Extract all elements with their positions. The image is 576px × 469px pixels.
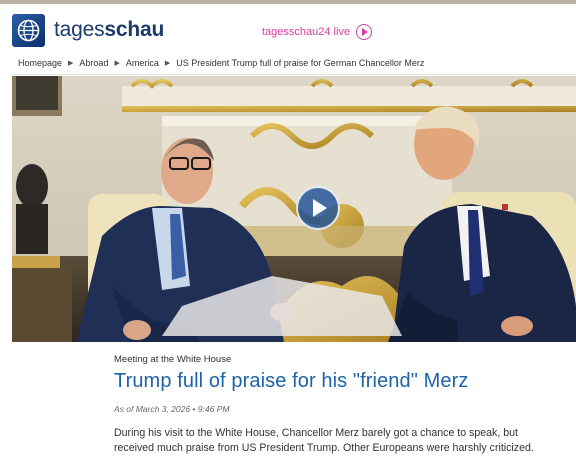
article-lead: During his visit to the White House, Cha… — [114, 427, 534, 454]
divider — [12, 74, 576, 75]
site-header: tagesschau tagesschau24 live — [0, 4, 576, 52]
article-dateline: As of March 3, 2026 • 9:46 PM — [114, 404, 230, 414]
breadcrumb-current: US President Trump full of praise for Ge… — [176, 58, 425, 68]
article-headline[interactable]: Trump full of praise for his "friend" Me… — [114, 370, 468, 393]
hero-image — [12, 76, 576, 342]
hero-video[interactable] — [12, 76, 576, 342]
live-stream-link[interactable]: tagesschau24 live — [262, 24, 373, 40]
live-label: tagesschau24 live — [262, 26, 351, 38]
breadcrumb-abroad[interactable]: Abroad — [79, 58, 108, 68]
tagesschau-logo-icon[interactable] — [12, 14, 45, 47]
brand-wordmark[interactable]: tagesschau — [54, 18, 164, 42]
breadcrumb-america[interactable]: America — [126, 58, 159, 68]
play-circle-icon — [356, 24, 373, 40]
triangle-right-icon: ▶ — [114, 60, 120, 67]
brand-light: tages — [54, 18, 105, 41]
breadcrumb: Homepage ▶ Abroad ▶ America ▶ US Preside… — [18, 58, 424, 68]
triangle-right-icon: ▶ — [164, 60, 171, 67]
play-icon[interactable] — [296, 186, 340, 230]
article-kicker: Meeting at the White House — [114, 354, 232, 365]
triangle-right-icon: ▶ — [68, 60, 74, 67]
brand-bold: schau — [104, 18, 165, 41]
breadcrumb-home[interactable]: Homepage — [18, 58, 62, 68]
